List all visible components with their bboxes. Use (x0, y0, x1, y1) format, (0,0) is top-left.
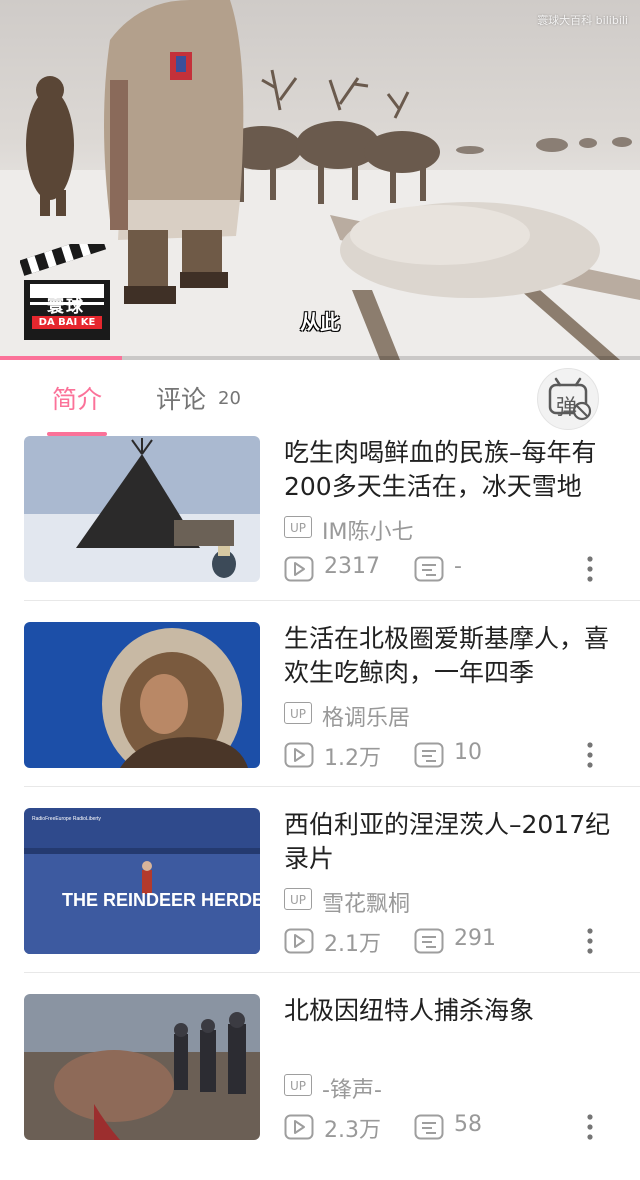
thumbnail-reindeer-herders-image: THE REINDEER HERDERS RadioFreeEurope Rad… (24, 808, 260, 954)
play-count: 1.2万 (324, 746, 381, 771)
up-badge: UP (284, 516, 312, 538)
more-options-icon[interactable] (580, 740, 600, 770)
danmaku-toggle-button[interactable]: 弹 (537, 368, 599, 430)
play-count: 2317 (324, 554, 380, 579)
play-count-icon (284, 556, 314, 582)
comments-count: 20 (218, 388, 241, 409)
video-player[interactable]: 寰球大百科 bilibili 从此 寰球 DA BAI KE (0, 0, 640, 360)
thumbnail-title-text: THE REINDEER HERDERS (62, 890, 260, 910)
danmaku-count: 58 (454, 1112, 482, 1137)
danmaku-count-icon (414, 556, 444, 582)
up-badge: UP (284, 888, 312, 910)
video-title[interactable]: 吃生肉喝鲜血的民族–每年有200多天生活在，冰天雪地 (284, 436, 624, 504)
danmaku-count: 291 (454, 926, 496, 951)
tab-comments[interactable]: 评论 (156, 380, 206, 416)
thumbnail-corner-text: RadioFreeEurope RadioLiberty (32, 816, 101, 822)
play-count-icon (284, 742, 314, 768)
related-video-item[interactable]: 北极因纽特人捕杀海象 UP -锋声- 2.3万 58 (0, 994, 640, 1180)
tab-bar: 简介 评论 20 弹 (0, 360, 640, 436)
danmaku-label: 弹 (556, 395, 577, 419)
more-options-icon[interactable] (580, 926, 600, 956)
more-options-icon[interactable] (580, 1112, 600, 1142)
thumbnail-walrus-hunt-image (24, 994, 260, 1140)
uploader-name[interactable]: -锋声- (322, 1072, 382, 1104)
stats-row: 2.3万 58 (284, 1112, 624, 1143)
more-options-icon[interactable] (580, 554, 600, 584)
related-video-item[interactable]: THE REINDEER HERDERS RadioFreeEurope Rad… (0, 808, 640, 994)
danmaku-count-icon (414, 928, 444, 954)
channel-logo-subtitle: DA BAI KE (32, 316, 102, 329)
stats-row: 2317 - (284, 554, 624, 584)
play-count: 2.3万 (324, 1118, 381, 1143)
video-thumbnail[interactable]: THE REINDEER HERDERS RadioFreeEurope Rad… (24, 808, 260, 954)
video-subtitle: 从此 (300, 310, 340, 334)
danmaku-count: 10 (454, 740, 482, 765)
video-title[interactable]: 生活在北极圈爱斯基摩人，喜欢生吃鲸肉，一年四季 (284, 622, 624, 690)
danmaku-count-icon (414, 742, 444, 768)
play-count-icon (284, 1114, 314, 1140)
video-watermark: 寰球大百科 bilibili (537, 14, 628, 27)
uploader-name[interactable]: IM陈小七 (322, 514, 413, 546)
list-divider (24, 786, 640, 787)
related-video-item[interactable]: 吃生肉喝鲜血的民族–每年有200多天生活在，冰天雪地 UP IM陈小七 2317… (0, 436, 640, 622)
channel-logo-title: 寰球 (47, 297, 85, 317)
danmaku-count-icon (414, 1114, 444, 1140)
video-thumbnail[interactable] (24, 622, 260, 768)
tab-intro[interactable]: 简介 (52, 380, 102, 416)
video-thumbnail[interactable] (24, 994, 260, 1140)
stats-row: 1.2万 10 (284, 740, 624, 771)
thumbnail-tent-image (24, 436, 260, 582)
related-video-item[interactable]: 生活在北极圈爱斯基摩人，喜欢生吃鲸肉，一年四季 UP 格调乐居 1.2万 10 (0, 622, 640, 808)
stats-row: 2.1万 291 (284, 926, 624, 957)
uploader-name[interactable]: 格调乐居 (322, 700, 410, 732)
uploader-name[interactable]: 雪花飘桐 (322, 886, 410, 918)
danmaku-count: - (454, 554, 462, 579)
video-title[interactable]: 北极因纽特人捕杀海象 (284, 994, 624, 1028)
video-thumbnail[interactable] (24, 436, 260, 582)
video-title[interactable]: 西伯利亚的涅涅茨人–2017纪录片 (284, 808, 624, 876)
list-divider (24, 600, 640, 601)
up-badge: UP (284, 702, 312, 724)
play-count-icon (284, 928, 314, 954)
play-count: 2.1万 (324, 932, 381, 957)
thumbnail-parka-image (24, 622, 260, 768)
list-divider (24, 972, 640, 973)
up-badge: UP (284, 1074, 312, 1096)
